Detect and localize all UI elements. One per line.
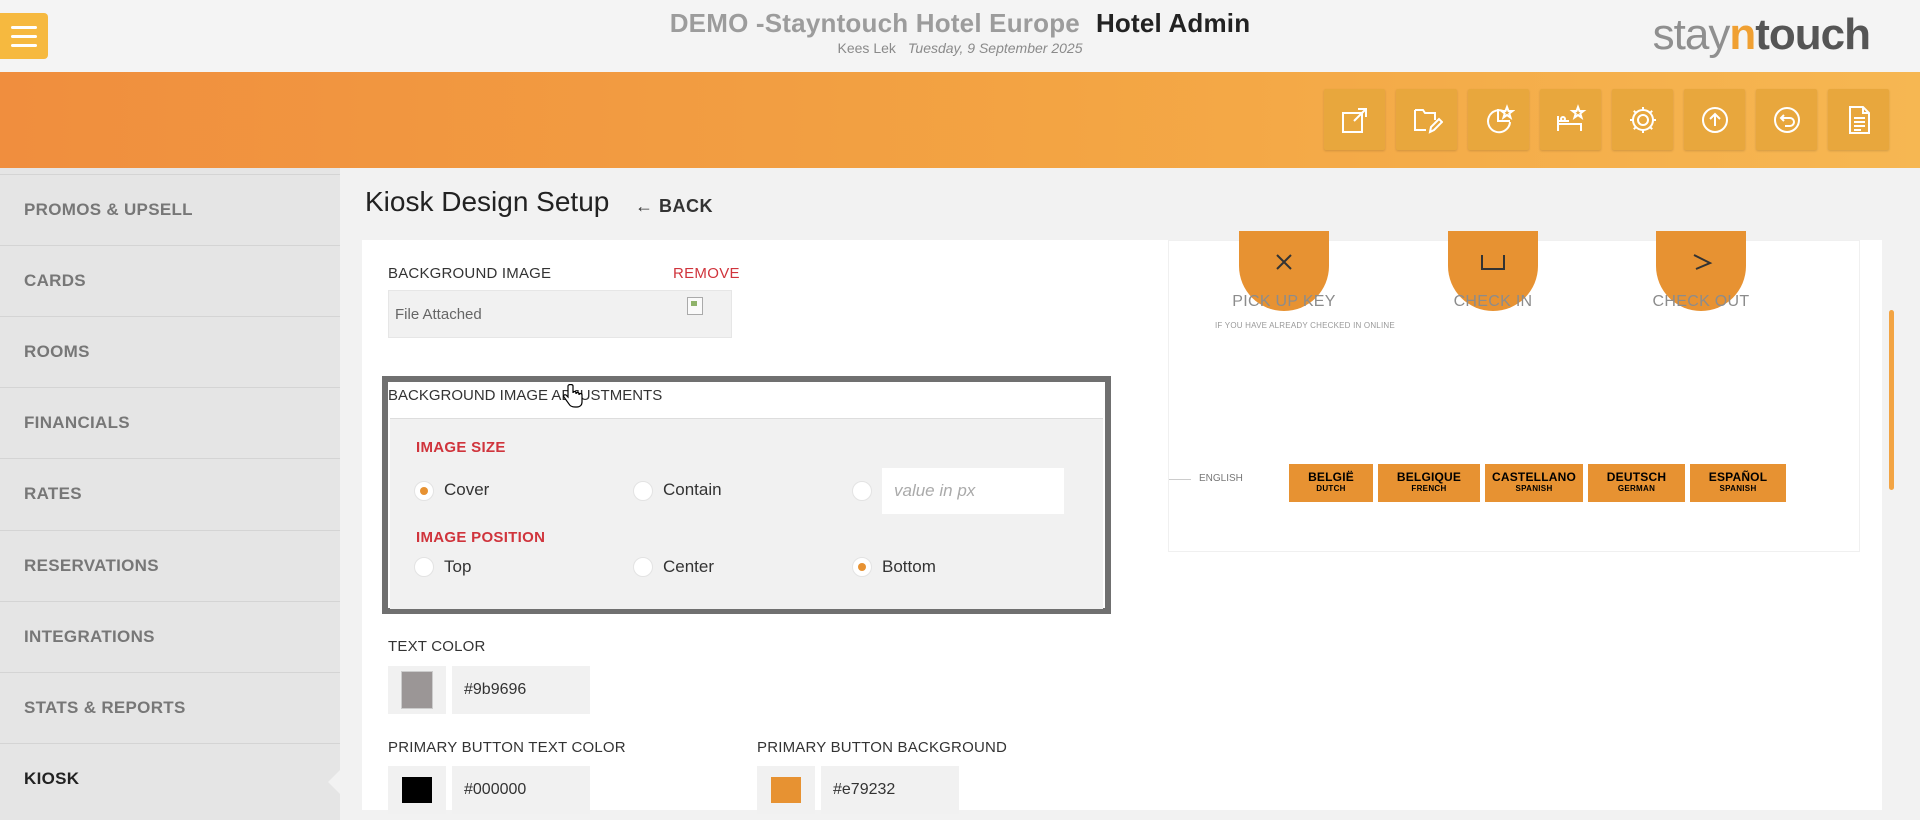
primary-button-text-color-label: PRIMARY BUTTON TEXT COLOR xyxy=(388,739,626,756)
sidebar-item-kiosk[interactable]: KIOSK xyxy=(0,743,340,813)
language-sub: GERMAN xyxy=(1617,484,1656,493)
sidebar-item-financials[interactable]: FINANCIALS xyxy=(0,387,340,457)
radio-top[interactable] xyxy=(414,557,434,577)
language-button-belgique[interactable]: BELGIQUE FRENCH xyxy=(1378,464,1480,502)
export-icon xyxy=(1341,107,1367,133)
rooms-button[interactable] xyxy=(1540,89,1601,150)
sidebar-item-promos-upsell[interactable]: PROMOS & UPSELL xyxy=(0,174,340,244)
image-size-heading: IMAGE SIZE xyxy=(416,439,506,456)
language-name: DEUTSCH xyxy=(1606,470,1667,484)
upload-icon xyxy=(1701,106,1728,133)
radio-contain[interactable] xyxy=(633,481,653,501)
content-card: BACKGROUND IMAGE REMOVE File Attached BA… xyxy=(362,231,1882,814)
language-current: ENGLISH xyxy=(1169,473,1243,484)
pickup-key-label: PICK UP KEY xyxy=(1232,293,1336,310)
top-label: Top xyxy=(444,557,472,576)
image-position-heading: IMAGE POSITION xyxy=(416,529,546,546)
settings-button[interactable] xyxy=(1612,89,1673,150)
center-label: Center xyxy=(663,557,715,576)
pickup-key-sublabel: IF YOU HAVE ALREADY CHECKED IN ONLINE xyxy=(1215,321,1395,330)
check-in-icon xyxy=(1481,255,1505,270)
hand-cursor-icon xyxy=(563,384,583,408)
sidebar-item-stats-reports[interactable]: STATS & REPORTS xyxy=(0,672,340,742)
user-name: Kees Lek xyxy=(837,40,896,56)
check-out-icon xyxy=(1693,254,1713,270)
header-title-block: DEMO -Stayntouch Hotel Europe Hotel Admin… xyxy=(0,8,1920,56)
radio-cover[interactable] xyxy=(414,481,434,501)
kiosk-preview: PICK UP KEY IF YOU HAVE ALREADY CHECKED … xyxy=(1168,231,1860,552)
stayntouch-logo: stayntouch xyxy=(1652,10,1871,59)
hotel-name: DEMO -Stayntouch Hotel Europe xyxy=(669,8,1080,38)
undo-icon xyxy=(1773,106,1800,133)
language-button-espanol[interactable]: ESPAÑOL SPANISH xyxy=(1690,464,1786,502)
document-icon xyxy=(1848,105,1870,134)
image-adjustments-panel: BACKGROUND IMAGE ADJUSTMENTS IMAGE SIZE … xyxy=(382,376,1111,614)
sidebar-item-reservations[interactable]: RESERVATIONS xyxy=(0,530,340,600)
size-px-input[interactable] xyxy=(882,468,1064,514)
radio-custom-size[interactable] xyxy=(852,481,872,501)
remove-image-button[interactable]: REMOVE xyxy=(673,265,740,282)
contain-label: Contain xyxy=(663,480,722,499)
upload-button[interactable] xyxy=(1684,89,1745,150)
primary-button-background-label: PRIMARY BUTTON BACKGROUND xyxy=(757,739,1008,756)
top-header: DEMO -Stayntouch Hotel Europe Hotel Admin… xyxy=(0,0,1920,72)
sidebar-item-rooms[interactable]: ROOMS xyxy=(0,316,340,386)
export-button[interactable] xyxy=(1324,89,1385,150)
primary-button-background-swatch[interactable] xyxy=(757,766,815,814)
primary-button-text-color-value[interactable]: #000000 xyxy=(452,766,590,814)
edit-folder-button[interactable] xyxy=(1396,89,1457,150)
back-label: BACK xyxy=(659,196,714,216)
language-name: ESPAÑOL xyxy=(1708,470,1768,484)
bottom-label: Bottom xyxy=(882,557,936,576)
file-status: File Attached xyxy=(395,306,482,323)
sidebar-item-cards[interactable]: CARDS xyxy=(0,245,340,315)
radio-center[interactable] xyxy=(633,557,653,577)
section-title: Hotel Admin xyxy=(1095,8,1251,38)
scrollbar-thumb[interactable] xyxy=(1889,310,1894,490)
settings-icon xyxy=(1629,106,1656,133)
edit-folder-icon xyxy=(1413,108,1443,134)
background-image-label: BACKGROUND IMAGE xyxy=(388,265,552,282)
chart-button[interactable] xyxy=(1468,89,1529,150)
language-sub: SPANISH xyxy=(1515,484,1553,493)
sidebar-item-rates[interactable]: RATES xyxy=(0,458,340,528)
adjustments-body: IMAGE SIZE Cover Contain IMAGE POSITION … xyxy=(390,418,1103,609)
language-name: BELGIQUE xyxy=(1396,470,1462,484)
primary-button-text-color-swatch[interactable] xyxy=(388,766,446,814)
language-sub: SPANISH xyxy=(1719,484,1757,493)
sidebar: PROMOS & UPSELL CARDS ROOMS FINANCIALS R… xyxy=(0,168,340,820)
radio-bottom[interactable] xyxy=(852,557,872,577)
background-image-upload[interactable]: File Attached xyxy=(388,290,732,338)
active-item-indicator xyxy=(328,770,340,794)
chart-star-icon xyxy=(1486,103,1515,133)
text-color-swatch[interactable] xyxy=(388,666,446,714)
back-button[interactable]: ← BACK xyxy=(635,196,713,217)
primary-button-background-value[interactable]: #e79232 xyxy=(821,766,959,814)
page-title: Kiosk Design Setup xyxy=(365,186,610,217)
bed-star-icon xyxy=(1556,103,1586,131)
sidebar-item-integrations[interactable]: INTEGRATIONS xyxy=(0,601,340,671)
key-icon xyxy=(1276,254,1292,270)
language-button-belgie[interactable]: BELGIË DUTCH xyxy=(1289,464,1373,502)
language-button-castellano[interactable]: CASTELLANO SPANISH xyxy=(1485,464,1583,502)
document-button[interactable] xyxy=(1828,89,1889,150)
broken-image-icon xyxy=(687,297,703,315)
language-button-deutsch[interactable]: DEUTSCH GERMAN xyxy=(1588,464,1685,502)
main-panel: Kiosk Design Setup ← BACK BACKGROUND IMA… xyxy=(340,168,1920,820)
language-name: BELGIË xyxy=(1308,470,1354,484)
undo-button[interactable] xyxy=(1756,89,1817,150)
check-out-label: CHECK OUT xyxy=(1652,293,1750,310)
language-sub: DUTCH xyxy=(1316,484,1346,493)
check-in-label: CHECK IN xyxy=(1453,293,1533,310)
adjustments-title: BACKGROUND IMAGE ADJUSTMENTS xyxy=(388,387,663,404)
text-color-label: TEXT COLOR xyxy=(388,638,486,655)
back-arrow-icon: ← xyxy=(635,196,654,216)
text-color-value[interactable]: #9b9696 xyxy=(452,666,590,714)
cover-label: Cover xyxy=(444,480,490,499)
current-date: Tuesday, 9 September 2025 xyxy=(907,40,1083,56)
language-name: CASTELLANO xyxy=(1492,470,1576,484)
toolbar xyxy=(0,72,1920,168)
language-sub: FRENCH xyxy=(1411,484,1447,493)
